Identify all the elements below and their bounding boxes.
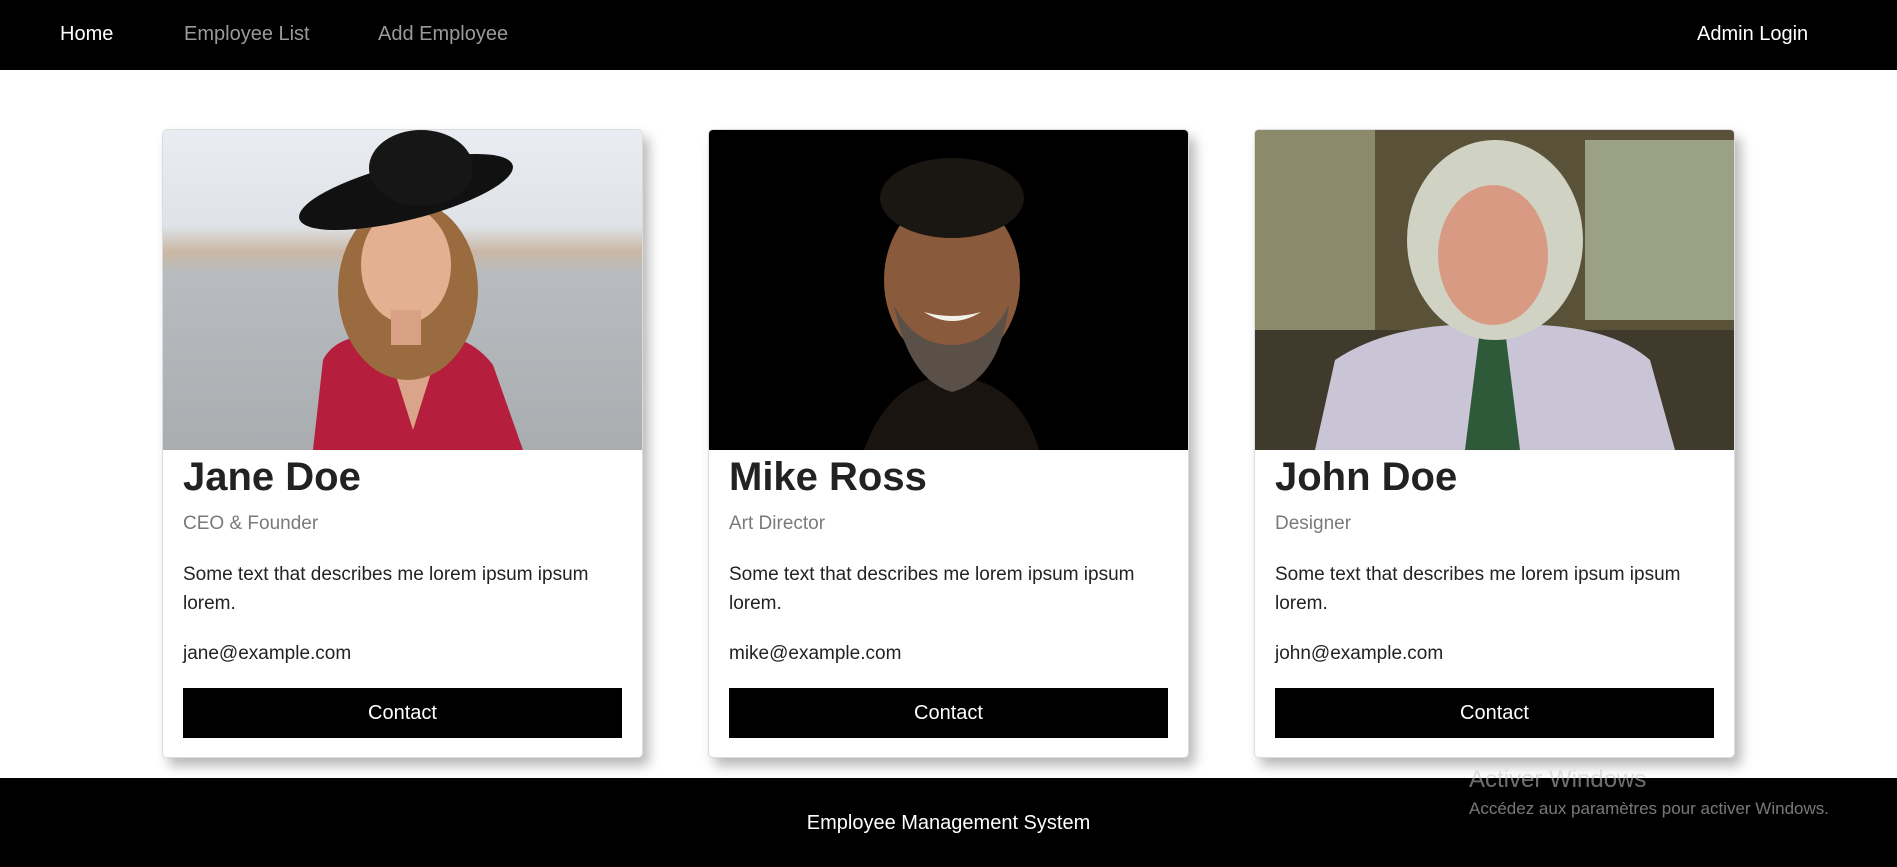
employee-photo: [1255, 130, 1734, 450]
nav-employee-list-link[interactable]: Employee List: [184, 22, 310, 46]
contact-button[interactable]: Contact: [183, 688, 622, 738]
activation-watermark-subtitle: Accédez aux paramètres pour activer Wind…: [1469, 799, 1829, 818]
employee-card: John Doe Designer Some text that describ…: [1254, 129, 1735, 758]
employee-email: john@example.com: [1275, 643, 1444, 664]
employee-role: Designer: [1275, 513, 1352, 534]
top-navbar: Home Employee List Add Employee Admin Lo…: [0, 0, 1897, 70]
employee-description: Some text that describes me lorem ipsum …: [1275, 564, 1681, 614]
employee-card: Mike Ross Art Director Some text that de…: [708, 129, 1189, 758]
employee-photo: [709, 130, 1188, 450]
employee-email: jane@example.com: [183, 643, 352, 664]
nav-add-employee-link[interactable]: Add Employee: [378, 22, 508, 46]
nav-admin-login-link[interactable]: Admin Login: [1697, 22, 1808, 46]
employee-description: Some text that describes me lorem ipsum …: [729, 564, 1135, 614]
contact-button[interactable]: Contact: [729, 688, 1168, 738]
employee-email: mike@example.com: [729, 643, 902, 664]
employee-name: Jane Doe: [183, 455, 361, 499]
activation-watermark-title: Activer Windows: [1469, 766, 1647, 793]
nav-home-link[interactable]: Home: [60, 22, 113, 46]
employee-card: Jane Doe CEO & Founder Some text that de…: [162, 129, 643, 758]
employee-name: John Doe: [1275, 455, 1458, 499]
employee-description: Some text that describes me lorem ipsum …: [183, 564, 589, 614]
employee-role: CEO & Founder: [183, 513, 319, 534]
contact-button[interactable]: Contact: [1275, 688, 1714, 738]
employee-role: Art Director: [729, 513, 826, 534]
employee-name: Mike Ross: [729, 455, 927, 499]
employee-photo: [163, 130, 642, 450]
